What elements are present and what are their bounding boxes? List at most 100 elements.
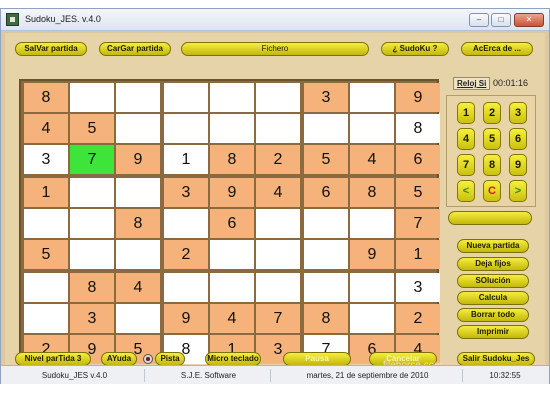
sudoku-cell-r1c1[interactable]: 8 bbox=[24, 83, 68, 112]
sudoku-cell-r8c5[interactable]: 4 bbox=[210, 304, 254, 333]
sudoku-cell-r6c9[interactable]: 1 bbox=[396, 240, 440, 269]
hint-button[interactable]: Pista bbox=[155, 352, 185, 366]
hint-radio[interactable] bbox=[143, 354, 153, 364]
sudoku-cell-r7c7[interactable] bbox=[304, 273, 348, 302]
sudoku-cell-r4c6[interactable]: 4 bbox=[256, 178, 300, 207]
sudoku-cell-r1c4[interactable] bbox=[164, 83, 208, 112]
keypad-clear-button[interactable]: C bbox=[483, 180, 501, 202]
load-game-button[interactable]: CarGar partida bbox=[99, 42, 171, 56]
maximize-button[interactable]: □ bbox=[491, 13, 511, 27]
sudoku-cell-r4c2[interactable] bbox=[70, 178, 114, 207]
delete-all-button[interactable]: Borrar todo bbox=[457, 308, 529, 322]
sudoku-cell-r5c1[interactable] bbox=[24, 209, 68, 238]
sudoku-cell-r6c5[interactable] bbox=[210, 240, 254, 269]
minimize-button[interactable]: – bbox=[469, 13, 489, 27]
sudoku-cell-r5c4[interactable] bbox=[164, 209, 208, 238]
micro-keyboard-button[interactable]: Micro teclado bbox=[205, 352, 261, 366]
sudoku-cell-r5c2[interactable] bbox=[70, 209, 114, 238]
keypad-left-arrow-icon[interactable]: < bbox=[457, 180, 475, 202]
sudoku-cell-r5c3[interactable]: 8 bbox=[116, 209, 160, 238]
sudoku-cell-r2c1[interactable]: 4 bbox=[24, 114, 68, 143]
sudoku-cell-r8c6[interactable]: 7 bbox=[256, 304, 300, 333]
sudoku-cell-r8c1[interactable] bbox=[24, 304, 68, 333]
keypad-key-5[interactable]: 5 bbox=[483, 128, 501, 150]
game-level-button[interactable]: Nivel parTida 3 bbox=[15, 352, 91, 366]
sudoku-cell-r5c7[interactable] bbox=[304, 209, 348, 238]
keypad-key-2[interactable]: 2 bbox=[483, 102, 501, 124]
sudoku-cell-r2c6[interactable] bbox=[256, 114, 300, 143]
keypad-key-3[interactable]: 3 bbox=[509, 102, 527, 124]
sudoku-cell-r5c5[interactable]: 6 bbox=[210, 209, 254, 238]
sudoku-cell-r4c8[interactable]: 8 bbox=[350, 178, 394, 207]
keep-fixed-button[interactable]: Deja fijos bbox=[457, 257, 529, 271]
sudoku-cell-r4c4[interactable]: 3 bbox=[164, 178, 208, 207]
sudoku-cell-r1c2[interactable] bbox=[70, 83, 114, 112]
file-field[interactable]: Fichero bbox=[181, 42, 369, 56]
sudoku-cell-r8c4[interactable]: 9 bbox=[164, 304, 208, 333]
sudoku-cell-r7c1[interactable] bbox=[24, 273, 68, 302]
sudoku-cell-r3c5[interactable]: 8 bbox=[210, 145, 254, 174]
sudoku-cell-r1c5[interactable] bbox=[210, 83, 254, 112]
clock-toggle[interactable]: Reloj Si bbox=[453, 77, 491, 90]
new-game-button[interactable]: Nueva partida bbox=[457, 239, 529, 253]
sudoku-cell-r6c6[interactable] bbox=[256, 240, 300, 269]
sudoku-cell-r6c2[interactable] bbox=[70, 240, 114, 269]
sudoku-cell-r3c6[interactable]: 2 bbox=[256, 145, 300, 174]
keypad-key-4[interactable]: 4 bbox=[457, 128, 475, 150]
sudoku-cell-r5c8[interactable] bbox=[350, 209, 394, 238]
sudoku-cell-r2c2[interactable]: 5 bbox=[70, 114, 114, 143]
keypad-key-6[interactable]: 6 bbox=[509, 128, 527, 150]
sudoku-cell-r2c5[interactable] bbox=[210, 114, 254, 143]
sudoku-cell-r7c2[interactable]: 8 bbox=[70, 273, 114, 302]
sudoku-cell-r2c9[interactable]: 8 bbox=[396, 114, 440, 143]
sudoku-cell-r8c9[interactable]: 2 bbox=[396, 304, 440, 333]
about-button[interactable]: AcErca de ... bbox=[461, 42, 533, 56]
sudoku-cell-r3c4[interactable]: 1 bbox=[164, 145, 208, 174]
sudoku-cell-r6c7[interactable] bbox=[304, 240, 348, 269]
print-button[interactable]: Imprimir bbox=[457, 325, 529, 339]
sudoku-cell-r8c3[interactable] bbox=[116, 304, 160, 333]
what-is-sudoku-button[interactable]: ¿ SudoKu ? bbox=[381, 42, 449, 56]
sudoku-cell-r4c5[interactable]: 9 bbox=[210, 178, 254, 207]
sudoku-cell-r7c9[interactable]: 3 bbox=[396, 273, 440, 302]
sudoku-cell-r6c1[interactable]: 5 bbox=[24, 240, 68, 269]
sudoku-cell-r7c4[interactable] bbox=[164, 273, 208, 302]
close-button[interactable]: ✕ bbox=[514, 13, 544, 27]
sudoku-cell-r6c3[interactable] bbox=[116, 240, 160, 269]
exit-button[interactable]: Salir Sudoku_Jes bbox=[457, 352, 535, 366]
sudoku-cell-r8c7[interactable]: 8 bbox=[304, 304, 348, 333]
sudoku-cell-r7c6[interactable] bbox=[256, 273, 300, 302]
sudoku-cell-r3c3[interactable]: 9 bbox=[116, 145, 160, 174]
keypad-key-8[interactable]: 8 bbox=[483, 154, 501, 176]
sudoku-cell-r1c7[interactable]: 3 bbox=[304, 83, 348, 112]
sudoku-cell-r3c2[interactable]: 7 bbox=[70, 145, 114, 174]
sudoku-cell-r1c6[interactable] bbox=[256, 83, 300, 112]
sudoku-cell-r7c3[interactable]: 4 bbox=[116, 273, 160, 302]
sudoku-cell-r4c7[interactable]: 6 bbox=[304, 178, 348, 207]
calculate-button[interactable]: Calcula bbox=[457, 291, 529, 305]
sudoku-cell-r7c5[interactable] bbox=[210, 273, 254, 302]
sudoku-cell-r6c4[interactable]: 2 bbox=[164, 240, 208, 269]
sudoku-cell-r2c4[interactable] bbox=[164, 114, 208, 143]
sudoku-cell-r3c9[interactable]: 6 bbox=[396, 145, 440, 174]
sudoku-cell-r5c6[interactable] bbox=[256, 209, 300, 238]
sudoku-cell-r4c1[interactable]: 1 bbox=[24, 178, 68, 207]
pause-button[interactable]: Pausa bbox=[283, 352, 351, 366]
sudoku-cell-r4c3[interactable] bbox=[116, 178, 160, 207]
sudoku-cell-r4c9[interactable]: 5 bbox=[396, 178, 440, 207]
sudoku-cell-r1c9[interactable]: 9 bbox=[396, 83, 440, 112]
sudoku-cell-r3c7[interactable]: 5 bbox=[304, 145, 348, 174]
keypad-key-7[interactable]: 7 bbox=[457, 154, 475, 176]
sudoku-cell-r7c8[interactable] bbox=[350, 273, 394, 302]
sudoku-cell-r5c9[interactable]: 7 bbox=[396, 209, 440, 238]
keypad-right-arrow-icon[interactable]: > bbox=[509, 180, 527, 202]
sudoku-cell-r3c8[interactable]: 4 bbox=[350, 145, 394, 174]
help-button[interactable]: AYuda bbox=[101, 352, 137, 366]
sudoku-cell-r2c7[interactable] bbox=[304, 114, 348, 143]
sudoku-cell-r2c3[interactable] bbox=[116, 114, 160, 143]
sudoku-cell-r8c8[interactable] bbox=[350, 304, 394, 333]
keypad-key-9[interactable]: 9 bbox=[509, 154, 527, 176]
solution-button[interactable]: SOlución bbox=[457, 274, 529, 288]
sudoku-cell-r3c1[interactable]: 3 bbox=[24, 145, 68, 174]
sudoku-cell-r8c2[interactable]: 3 bbox=[70, 304, 114, 333]
